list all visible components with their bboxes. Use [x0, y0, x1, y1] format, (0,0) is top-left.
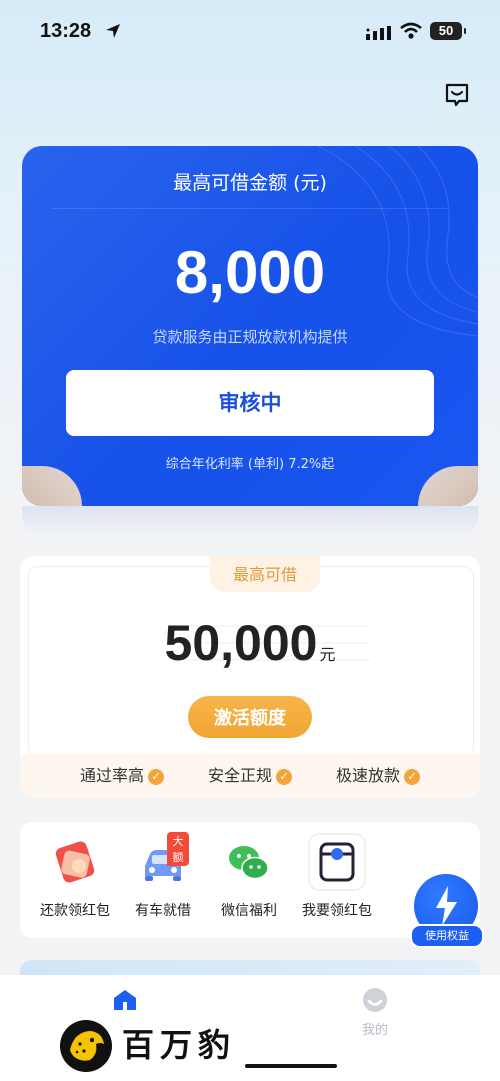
status-time: 13:28	[40, 20, 92, 42]
credit-amount: 50,000 元	[20, 614, 480, 672]
shortcut-label: 我要领红包	[302, 903, 372, 919]
brand-name: 百万豹	[122, 1026, 237, 1064]
use-benefits-label[interactable]: 使用权益	[410, 924, 484, 948]
shortcut-label: 有车就借	[135, 903, 191, 919]
battery-indicator: 50	[430, 22, 466, 40]
feature-label: 通过率高	[80, 766, 145, 785]
loan-amount: 8,000	[174, 239, 326, 306]
decorative-corner-right	[418, 466, 478, 506]
cellular-signal-icon	[366, 26, 391, 40]
location-arrow-icon	[106, 24, 120, 38]
shortcut-repay-red-envelope[interactable]: 还款领红包	[30, 836, 120, 920]
wifi-icon	[400, 22, 422, 39]
credit-amount-value: 50,000	[164, 615, 318, 671]
car-icon: 大额	[137, 832, 189, 888]
home-indicator	[245, 1064, 337, 1068]
wechat-icon	[223, 836, 275, 888]
shortcut-label: 还款领红包	[40, 903, 110, 919]
feature-label: 安全正规	[208, 766, 273, 785]
big-amount-badge: 大额	[167, 832, 189, 866]
check-icon: ✓	[404, 768, 421, 785]
red-envelope-icon	[49, 836, 101, 888]
status-bar: 13:28 50	[0, 0, 500, 66]
shortcut-car-loan[interactable]: 大额 有车就借	[118, 832, 208, 920]
profile-tab-label[interactable]: 我的	[350, 1019, 400, 1038]
review-status-button[interactable]: 审核中	[66, 370, 434, 436]
camera-box-icon	[308, 833, 366, 891]
divider	[52, 208, 448, 209]
feature-label: 极速放款	[336, 766, 401, 785]
shortcuts-card: 还款领红包 大额 有车就借 微信福利 我要领红包	[20, 822, 480, 938]
loan-card-subtitle: 贷款服务由正规放款机构提供	[152, 328, 348, 346]
shortcut-wechat-benefits[interactable]: 微信福利	[204, 836, 294, 920]
message-icon[interactable]	[444, 82, 470, 108]
credit-limit-card: 最高可借 50,000 元 激活额度 通过率高 ✓ 安全正规 ✓ 极速放款 ✓	[20, 556, 480, 798]
check-icon: ✓	[276, 768, 293, 785]
credit-amount-unit: 元	[319, 647, 336, 664]
activate-credit-button[interactable]: 激活额度	[188, 696, 312, 738]
interest-rate-text: 综合年化利率 (单利) 7.2%起	[165, 457, 335, 472]
card-shadow	[22, 506, 478, 536]
loan-card: 最高可借金额 (元) 8,000 贷款服务由正规放款机构提供 审核中 综合年化利…	[22, 146, 478, 506]
feature-item: 安全正规 ✓	[208, 754, 293, 798]
feature-bar: 通过率高 ✓ 安全正规 ✓ 极速放款 ✓	[20, 754, 480, 798]
decorative-corner-left	[22, 466, 82, 506]
max-borrow-label: 最高可借	[210, 556, 320, 592]
feature-item: 极速放款 ✓	[336, 754, 421, 798]
leopard-logo-icon	[60, 1020, 112, 1072]
profile-tab-icon[interactable]	[360, 985, 390, 1015]
shortcut-get-red-envelope[interactable]: 我要领红包	[292, 833, 382, 920]
check-icon: ✓	[148, 768, 165, 785]
feature-item: 通过率高 ✓	[80, 754, 165, 798]
loan-card-title: 最高可借金额 (元)	[173, 172, 327, 194]
shortcut-label: 微信福利	[221, 903, 277, 919]
home-tab-icon[interactable]	[110, 985, 140, 1015]
